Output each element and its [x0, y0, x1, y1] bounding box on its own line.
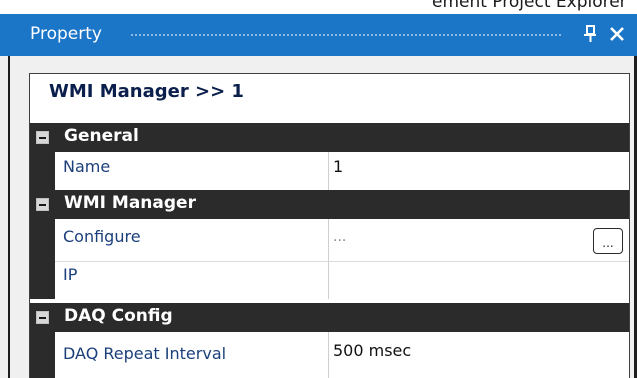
row-gutter — [30, 262, 55, 299]
pin-icon — [584, 25, 596, 42]
property-name: Configure — [63, 227, 141, 246]
column-divider[interactable] — [328, 262, 329, 299]
collapse-icon[interactable] — [36, 198, 49, 211]
panel-title: Property — [30, 24, 102, 44]
category-label: WMI Manager — [64, 193, 196, 213]
category-general[interactable]: General — [30, 123, 629, 152]
property-panel-titlebar[interactable]: Property — [0, 14, 637, 56]
partial-window-title: ement Project Explorer — [432, 0, 627, 12]
row-gutter — [30, 152, 55, 190]
configure-ellipsis-button[interactable]: ... — [593, 228, 623, 254]
panel-border-left — [8, 56, 10, 378]
pin-button[interactable] — [578, 19, 602, 49]
property-name: DAQ Repeat Interval — [63, 344, 227, 363]
property-name: Name — [63, 157, 111, 176]
category-wmi-manager[interactable]: WMI Manager — [30, 190, 629, 219]
selected-object-title: WMI Manager >> 1 — [49, 81, 244, 102]
property-value[interactable]: ... — [333, 229, 346, 245]
property-row-name[interactable]: Name 1 — [30, 152, 629, 190]
property-row-configure[interactable]: Configure ... ... — [30, 219, 629, 262]
column-divider[interactable] — [328, 332, 329, 378]
category-daq-config[interactable]: DAQ Config — [30, 303, 629, 332]
property-value[interactable]: 1 — [333, 157, 343, 176]
property-row-daq-repeat-interval[interactable]: DAQ Repeat Interval 500 msec — [30, 332, 629, 378]
close-button[interactable] — [604, 19, 630, 49]
property-row-ip[interactable]: IP — [30, 262, 629, 299]
titlebar-grip — [130, 33, 562, 38]
collapse-icon[interactable] — [36, 311, 49, 324]
row-gutter — [30, 219, 55, 262]
collapse-icon[interactable] — [36, 131, 49, 144]
category-label: DAQ Config — [64, 306, 173, 326]
window-top-strip: ement Project Explorer — [0, 0, 637, 14]
category-label: General — [64, 126, 139, 146]
column-divider[interactable] — [328, 219, 329, 262]
property-name: IP — [63, 265, 78, 284]
close-icon — [610, 27, 624, 41]
column-divider[interactable] — [328, 152, 329, 190]
property-value[interactable]: 500 msec — [333, 341, 411, 360]
row-gutter — [30, 332, 55, 378]
